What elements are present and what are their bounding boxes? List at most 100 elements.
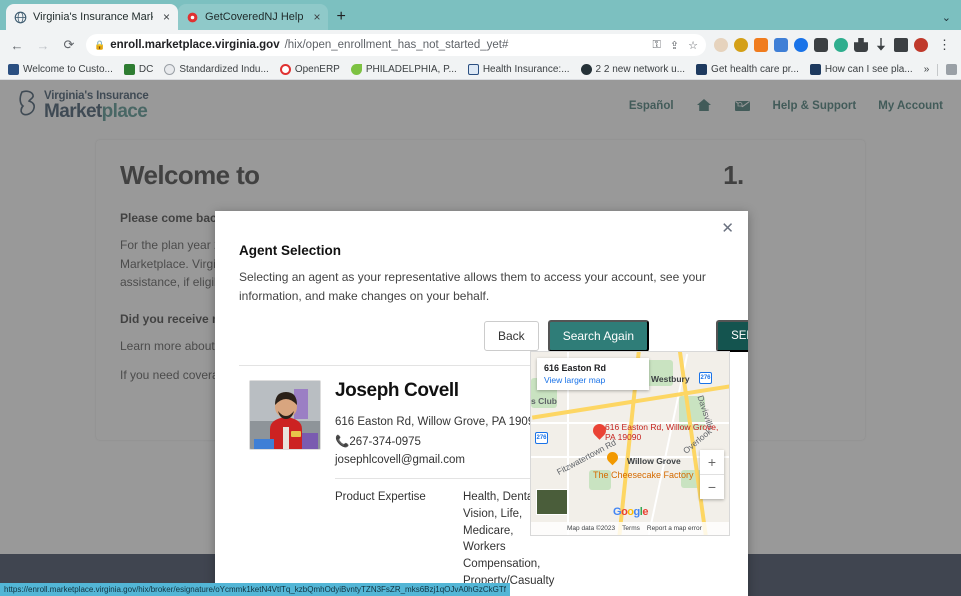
back-button[interactable]: Back bbox=[484, 321, 539, 352]
address-bar[interactable]: 🔒 enroll.marketplace.virginia.gov /hix/o… bbox=[86, 34, 706, 56]
interstate-shield-icon: 276 bbox=[699, 372, 712, 384]
bookmark-label: Welcome to Custo... bbox=[23, 64, 113, 75]
agent-location-map[interactable]: 276 276 Westbury s Club Willow Grove Dav… bbox=[530, 351, 730, 536]
bookmark-item[interactable]: OpenERP bbox=[279, 64, 340, 75]
star-icon[interactable]: ☆ bbox=[688, 39, 698, 52]
leaf-icon bbox=[350, 64, 362, 75]
bookmark-item[interactable]: 2 2 new network u... bbox=[580, 64, 686, 75]
bookmark-item[interactable]: PHILADELPHIA, P... bbox=[350, 64, 457, 75]
tab-title: GetCoveredNJ Help bbox=[205, 11, 304, 23]
map-label-westbury: Westbury bbox=[651, 374, 690, 384]
map-satellite-thumbnail[interactable] bbox=[536, 489, 568, 515]
google-logo: Google bbox=[613, 506, 648, 518]
extension-dark-icon[interactable] bbox=[814, 38, 828, 52]
map-zoom-controls: + − bbox=[700, 450, 724, 499]
browser-window: Virginia's Insurance Marketpla × GetCove… bbox=[0, 0, 961, 596]
other-bookmarks-button[interactable]: Other Bookmarks bbox=[946, 64, 961, 75]
globe-icon bbox=[14, 11, 27, 24]
tab-title: Virginia's Insurance Marketpla bbox=[33, 11, 153, 23]
detail-key: Product Expertise bbox=[335, 491, 426, 504]
chevron-down-icon[interactable]: ⌄ bbox=[942, 11, 951, 24]
tab-strip: Virginia's Insurance Marketpla × GetCove… bbox=[0, 0, 961, 30]
reload-button[interactable]: ⟳ bbox=[60, 37, 78, 53]
sidepanel-icon[interactable] bbox=[894, 38, 908, 52]
folder-icon bbox=[946, 64, 958, 75]
close-icon[interactable]: × bbox=[313, 10, 320, 24]
bookmark-item[interactable]: Standardized Indu... bbox=[164, 64, 269, 75]
bank-icon bbox=[8, 64, 19, 75]
bookmark-label: Health Insurance:... bbox=[482, 64, 570, 75]
opera-icon bbox=[279, 64, 291, 75]
profile-avatar[interactable] bbox=[914, 38, 928, 52]
map-zoom-out-button[interactable]: − bbox=[700, 475, 724, 499]
bookmark-label: OpenERP bbox=[294, 64, 340, 75]
map-report-link[interactable]: Report a map error bbox=[647, 525, 702, 532]
new-tab-button[interactable]: + bbox=[336, 8, 345, 26]
bookmark-label: Standardized Indu... bbox=[179, 64, 269, 75]
extension-beige-icon[interactable] bbox=[714, 38, 728, 52]
map-label-club: s Club bbox=[531, 396, 557, 406]
url-domain: enroll.marketplace.virginia.gov bbox=[110, 39, 280, 51]
phone-icon: 📞 bbox=[335, 436, 350, 449]
bookmark-item[interactable]: DC bbox=[123, 64, 154, 75]
interstate-shield-icon: 276 bbox=[535, 432, 548, 444]
url-path: /hix/open_enrollment_has_not_started_yet… bbox=[284, 39, 509, 51]
puzzle-icon[interactable] bbox=[854, 38, 868, 52]
bookmarks-overflow-button[interactable]: » bbox=[924, 64, 930, 75]
agent-selection-modal: ✕ Agent Selection Selecting an agent as … bbox=[215, 211, 748, 596]
map-attribution: Map data ©2023 Terms Report a map error bbox=[531, 522, 729, 535]
divider bbox=[335, 478, 550, 480]
map-marker-label: 616 Easton Rd, Willow Grove, PA 19090 bbox=[605, 422, 719, 443]
bookmark-item[interactable]: How can I see pla... bbox=[809, 64, 913, 75]
browser-menu-button[interactable]: ⋮ bbox=[936, 37, 953, 53]
modal-description: Selecting an agent as your representativ… bbox=[239, 270, 706, 304]
back-button[interactable]: ← bbox=[8, 38, 26, 53]
map-label-willow-grove: Willow Grove bbox=[627, 456, 681, 466]
green-icon bbox=[123, 64, 135, 75]
close-icon[interactable]: ✕ bbox=[721, 219, 734, 237]
extension-icons bbox=[714, 38, 928, 52]
modal-actions: Back Search Again SELECT AGENT bbox=[239, 320, 748, 353]
extension-gold-icon[interactable] bbox=[734, 38, 748, 52]
gauge-icon bbox=[164, 64, 176, 75]
extension-download-blue-icon[interactable] bbox=[794, 38, 808, 52]
bookmark-label: Get health care pr... bbox=[711, 64, 799, 75]
extension-fox-icon[interactable] bbox=[754, 38, 768, 52]
browser-tab-inactive[interactable]: GetCoveredNJ Help × bbox=[178, 4, 329, 30]
map-info-card: 616 Easton Rd View larger map bbox=[537, 358, 649, 390]
close-icon[interactable]: × bbox=[163, 10, 170, 24]
modal-title: Agent Selection bbox=[239, 243, 342, 258]
globe-dark-icon bbox=[580, 64, 592, 75]
browser-tab-active[interactable]: Virginia's Insurance Marketpla × bbox=[6, 4, 179, 30]
bookmark-label: PHILADELPHIA, P... bbox=[365, 64, 457, 75]
bookmark-label: How can I see pla... bbox=[824, 64, 913, 75]
red-flower-icon bbox=[186, 11, 199, 24]
hc-icon bbox=[809, 64, 821, 75]
map-terms-link[interactable]: Terms bbox=[622, 525, 640, 532]
divider bbox=[937, 63, 939, 76]
map-poi-label: The Cheesecake Factory bbox=[593, 470, 694, 480]
bookmark-label: 2 2 new network u... bbox=[595, 64, 686, 75]
share-icon[interactable]: ⇪ bbox=[670, 39, 679, 52]
downloads-icon[interactable] bbox=[876, 38, 886, 51]
select-agent-button[interactable]: SELECT AGENT bbox=[716, 320, 748, 353]
hc-icon bbox=[696, 64, 708, 75]
view-larger-map-link[interactable]: View larger map bbox=[544, 375, 642, 385]
blue-icon bbox=[467, 64, 479, 75]
map-zoom-in-button[interactable]: + bbox=[700, 450, 724, 474]
status-bar-url: https://enroll.marketplace.virginia.gov/… bbox=[0, 583, 510, 596]
extension-blue-chevrons-icon[interactable] bbox=[774, 38, 788, 52]
web-page: Virginia's Insurance Marketplace Español… bbox=[0, 80, 961, 596]
extension-green-icon[interactable] bbox=[834, 38, 848, 52]
map-card-title: 616 Easton Rd bbox=[544, 363, 607, 373]
bookmark-label: DC bbox=[138, 64, 154, 75]
search-again-button[interactable]: Search Again bbox=[547, 320, 650, 353]
lock-icon: 🔒 bbox=[94, 39, 106, 50]
bookmark-item[interactable]: Get health care pr... bbox=[696, 64, 799, 75]
map-data-label: Map data ©2023 bbox=[567, 525, 616, 532]
bookmark-item[interactable]: Health Insurance:... bbox=[467, 64, 570, 75]
key-icon[interactable]: ⚿ bbox=[653, 39, 661, 52]
bookmark-item[interactable]: Welcome to Custo... bbox=[8, 64, 113, 75]
bookmarks-bar: Welcome to Custo... DC Standardized Indu… bbox=[0, 60, 961, 80]
forward-button[interactable]: → bbox=[34, 38, 52, 53]
